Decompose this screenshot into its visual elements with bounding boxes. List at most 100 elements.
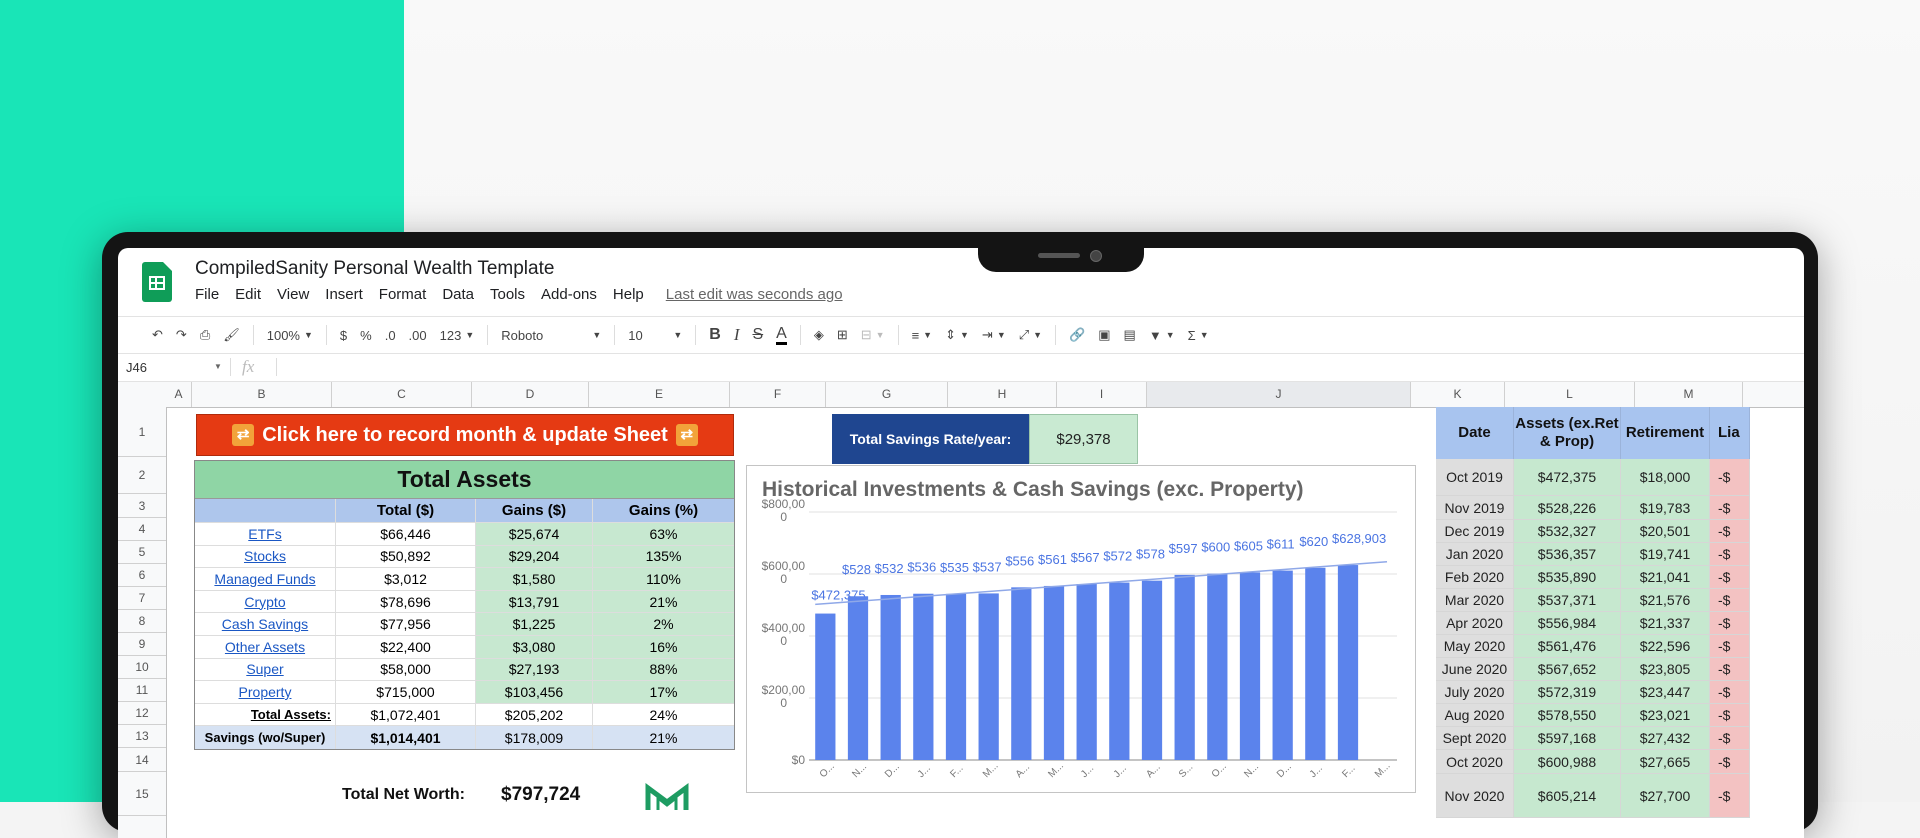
more-formats-button[interactable]: 123 ▼ bbox=[440, 328, 475, 343]
assets-cell[interactable]: $572,319 bbox=[1514, 681, 1621, 704]
menu-data[interactable]: Data bbox=[442, 286, 474, 303]
asset-total[interactable]: $66,446 bbox=[336, 523, 476, 545]
row-header[interactable]: 8 bbox=[118, 610, 166, 633]
liabilities-cell[interactable]: -$ bbox=[1710, 543, 1750, 566]
row-header[interactable]: 6 bbox=[118, 564, 166, 587]
liabilities-cell[interactable]: -$ bbox=[1710, 681, 1750, 704]
asset-gains-pct[interactable]: 16% bbox=[593, 635, 734, 658]
retirement-cell[interactable]: $20,501 bbox=[1621, 520, 1710, 543]
redo-icon[interactable]: ↷ bbox=[176, 327, 187, 343]
chevron-down-icon[interactable]: ▼ bbox=[214, 362, 222, 371]
fill-color-icon[interactable]: ◈ bbox=[814, 327, 824, 343]
liabilities-cell[interactable]: -$ bbox=[1710, 727, 1750, 750]
row-header[interactable]: 2 bbox=[118, 457, 166, 494]
total-label[interactable]: Total Assets: bbox=[195, 703, 336, 726]
asset-gains[interactable]: $3,080 bbox=[476, 635, 593, 658]
column-header[interactable]: F bbox=[730, 382, 826, 407]
total-gains-pct[interactable]: 24% bbox=[593, 704, 734, 726]
assets-cell[interactable]: $535,890 bbox=[1514, 566, 1621, 589]
column-header[interactable]: J bbox=[1147, 382, 1411, 407]
assets-title[interactable]: Total Assets bbox=[195, 461, 734, 499]
asset-gains[interactable]: $103,456 bbox=[476, 681, 593, 703]
menu-file[interactable]: File bbox=[195, 286, 219, 303]
date-cell[interactable]: Nov 2019 bbox=[1436, 496, 1514, 520]
assets-header[interactable]: Assets (ex.Ret & Prop) bbox=[1514, 407, 1621, 459]
retirement-cell[interactable]: $21,041 bbox=[1621, 566, 1710, 589]
assets-cell[interactable]: $528,226 bbox=[1514, 496, 1621, 520]
net-worth-value[interactable]: $797,724 bbox=[501, 784, 580, 806]
liabilities-cell[interactable]: -$ bbox=[1710, 774, 1750, 818]
row-header[interactable]: 10 bbox=[118, 656, 166, 679]
vertical-align-icon[interactable]: ⇕ ▼ bbox=[945, 327, 969, 343]
total-gains[interactable]: $205,202 bbox=[476, 703, 593, 726]
asset-name-link[interactable]: Property bbox=[195, 681, 336, 703]
savings-label[interactable]: Savings (wo/Super) bbox=[195, 726, 336, 749]
date-header[interactable]: Date bbox=[1436, 407, 1514, 459]
liabilities-cell[interactable]: -$ bbox=[1710, 496, 1750, 520]
historical-chart[interactable]: Historical Investments & Cash Savings (e… bbox=[746, 465, 1416, 793]
column-header[interactable]: K bbox=[1411, 382, 1505, 407]
record-month-button[interactable]: ⇄ Click here to record month & update Sh… bbox=[196, 414, 734, 456]
row-header[interactable]: 1 bbox=[118, 407, 166, 457]
asset-total[interactable]: $58,000 bbox=[336, 658, 476, 681]
zoom-select[interactable]: 100% ▼ bbox=[267, 328, 313, 343]
asset-gains[interactable]: $1,225 bbox=[476, 613, 593, 635]
column-header[interactable]: I bbox=[1057, 382, 1147, 407]
assets-cell[interactable]: $567,652 bbox=[1514, 658, 1621, 681]
asset-total[interactable]: $50,892 bbox=[336, 545, 476, 568]
menu-edit[interactable]: Edit bbox=[235, 286, 261, 303]
row-header[interactable]: 11 bbox=[118, 679, 166, 702]
savings-value[interactable]: $1,014,401 bbox=[336, 726, 476, 749]
column-header[interactable]: B bbox=[192, 382, 332, 407]
currency-format-button[interactable]: $ bbox=[340, 328, 347, 343]
asset-total[interactable]: $3,012 bbox=[336, 568, 476, 590]
liabilities-cell[interactable]: -$ bbox=[1710, 459, 1750, 496]
asset-gains[interactable]: $13,791 bbox=[476, 590, 593, 613]
column-header[interactable]: L bbox=[1505, 382, 1635, 407]
asset-gains-pct[interactable]: 17% bbox=[593, 681, 734, 703]
filter-icon[interactable]: ▼ ▼ bbox=[1149, 328, 1175, 343]
font-size-select[interactable]: 10 ▼ bbox=[628, 328, 682, 343]
retirement-cell[interactable]: $27,700 bbox=[1621, 774, 1710, 818]
liabilities-cell[interactable]: -$ bbox=[1710, 704, 1750, 727]
date-cell[interactable]: Oct 2020 bbox=[1436, 750, 1514, 774]
savings-gains[interactable]: $178,009 bbox=[476, 726, 593, 749]
column-header[interactable]: C bbox=[332, 382, 472, 407]
asset-gains-pct[interactable]: 2% bbox=[593, 613, 734, 635]
menu-view[interactable]: View bbox=[277, 286, 309, 303]
date-cell[interactable]: Apr 2020 bbox=[1436, 612, 1514, 635]
header-cell[interactable]: Total ($) bbox=[336, 499, 476, 522]
asset-gains-pct[interactable]: 21% bbox=[593, 590, 734, 613]
retirement-cell[interactable]: $19,783 bbox=[1621, 496, 1710, 520]
row-header[interactable]: 4 bbox=[118, 518, 166, 541]
asset-gains[interactable]: $1,580 bbox=[476, 568, 593, 590]
header-cell[interactable] bbox=[195, 499, 336, 522]
text-color-button[interactable]: A bbox=[776, 325, 787, 345]
date-cell[interactable]: Mar 2020 bbox=[1436, 589, 1514, 612]
column-header[interactable]: G bbox=[826, 382, 948, 407]
functions-icon[interactable]: Σ ▼ bbox=[1188, 328, 1209, 343]
column-header[interactable]: D bbox=[472, 382, 589, 407]
name-box[interactable]: J46 bbox=[126, 360, 147, 375]
asset-gains-pct[interactable]: 135% bbox=[593, 545, 734, 568]
asset-gains-pct[interactable]: 88% bbox=[593, 658, 734, 681]
column-header[interactable] bbox=[1743, 382, 1804, 407]
asset-name-link[interactable]: ETFs bbox=[195, 523, 336, 545]
row-header[interactable]: 13 bbox=[118, 725, 166, 748]
increase-decimal-button[interactable]: .00 bbox=[409, 328, 427, 343]
row-header[interactable]: 12 bbox=[118, 702, 166, 725]
text-wrap-icon[interactable]: ⇥ ▼ bbox=[982, 327, 1006, 343]
asset-total[interactable]: $715,000 bbox=[336, 681, 476, 703]
date-cell[interactable]: Dec 2019 bbox=[1436, 520, 1514, 543]
percent-format-button[interactable]: % bbox=[360, 328, 372, 343]
row-header[interactable]: 7 bbox=[118, 587, 166, 610]
liabilities-cell[interactable]: -$ bbox=[1710, 612, 1750, 635]
sheets-logo-icon[interactable] bbox=[142, 262, 172, 302]
menu-help[interactable]: Help bbox=[613, 286, 644, 303]
menu-format[interactable]: Format bbox=[379, 286, 427, 303]
asset-name-link[interactable]: Managed Funds bbox=[195, 568, 336, 590]
asset-total[interactable]: $22,400 bbox=[336, 635, 476, 658]
assets-cell[interactable]: $532,327 bbox=[1514, 520, 1621, 543]
retirement-cell[interactable]: $18,000 bbox=[1621, 459, 1710, 496]
retirement-cell[interactable]: $27,665 bbox=[1621, 750, 1710, 774]
